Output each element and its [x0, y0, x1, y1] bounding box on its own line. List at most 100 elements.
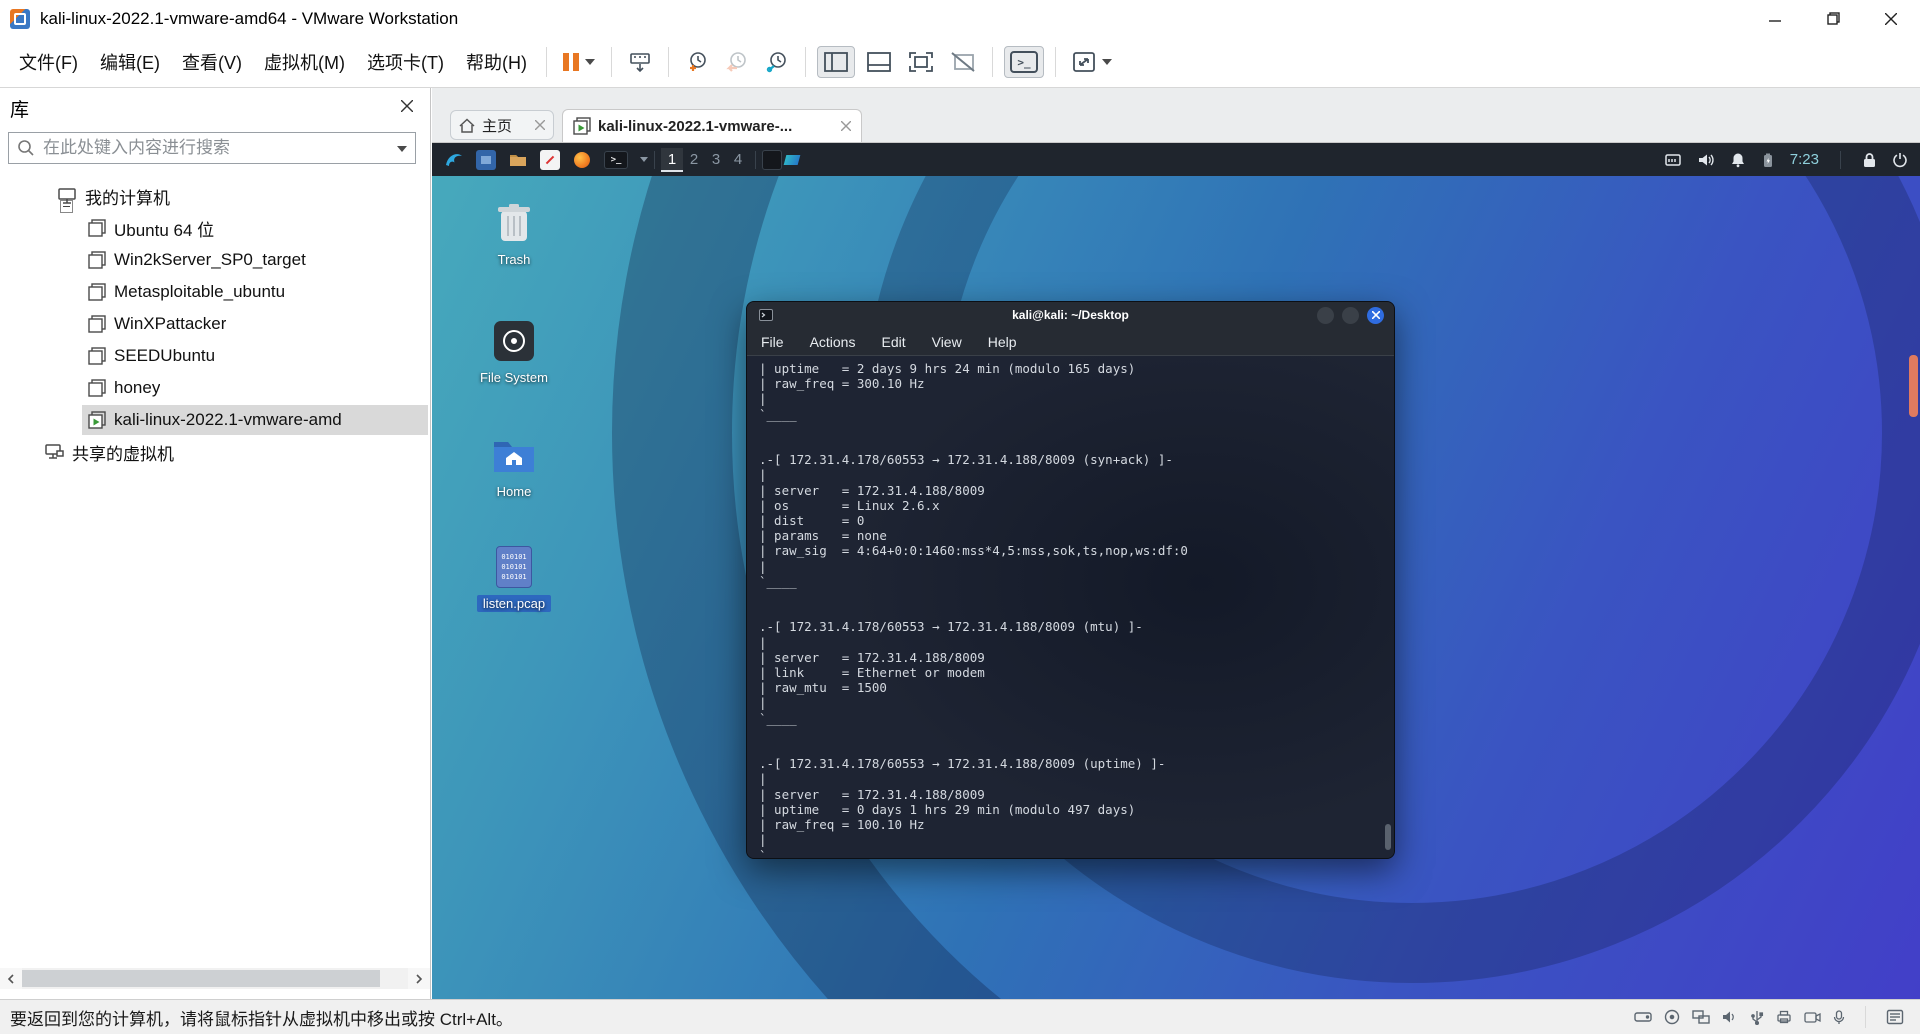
menu-file[interactable]: 文件(F) — [8, 43, 89, 81]
tab-home[interactable]: 主页 — [450, 110, 554, 140]
minimize-button[interactable] — [1746, 0, 1804, 37]
tree-item-vm-selected[interactable]: kali-linux-2022.1-vmware-amd — [0, 404, 430, 436]
unity-mode-icon — [951, 52, 975, 72]
workspace-3[interactable]: 3 — [705, 148, 727, 172]
tree-item-vm[interactable]: honey — [0, 372, 430, 404]
kali-menu-icon[interactable] — [444, 150, 464, 170]
workspace-1[interactable]: 1 — [661, 147, 683, 172]
send-ctrl-alt-del-button[interactable] — [623, 46, 657, 78]
panel-clock[interactable]: 7:23 — [1790, 151, 1819, 168]
tab-close-button[interactable] — [841, 121, 851, 131]
tab-close-button[interactable] — [535, 120, 545, 130]
menu-edit[interactable]: 编辑(E) — [89, 43, 171, 81]
manage-snapshots-button[interactable] — [760, 46, 794, 78]
desktop-icon-home[interactable]: Home — [468, 432, 560, 500]
volume-icon[interactable] — [1697, 152, 1715, 168]
suspend-vm-button[interactable] — [558, 49, 600, 75]
cd-dvd-icon[interactable] — [1664, 1009, 1680, 1025]
trash-icon — [491, 200, 537, 246]
tab-bar: 主页 kali-linux-2022.1-vmware-... — [432, 88, 1920, 143]
vm-library-tree: 我的计算机 Ubuntu 64 位 Win2kServer_SP0_target… — [0, 180, 430, 468]
sound-icon[interactable] — [1722, 1010, 1738, 1024]
home-folder-icon — [491, 432, 537, 478]
terminal-menu-view[interactable]: View — [932, 334, 962, 350]
search-options-caret[interactable] — [397, 146, 407, 152]
restore-button[interactable] — [1804, 0, 1862, 37]
menu-tabs[interactable]: 选项卡(T) — [356, 43, 455, 81]
minimize-icon — [1769, 19, 1781, 22]
scroll-right-arrow[interactable] — [408, 968, 430, 989]
sidebar-horizontal-scrollbar[interactable] — [0, 968, 430, 989]
close-button[interactable] — [1862, 0, 1920, 37]
chevron-right-icon — [416, 973, 423, 984]
library-close-button[interactable] — [398, 97, 416, 115]
folder-icon[interactable] — [508, 150, 528, 170]
chevron-down-icon[interactable] — [640, 157, 648, 162]
terminal-title-bar[interactable]: kali@kali: ~/Desktop — [747, 302, 1394, 328]
revert-snapshot-button[interactable] — [720, 46, 754, 78]
printer-icon[interactable] — [1776, 1010, 1792, 1024]
unity-mode-button[interactable] — [945, 47, 981, 77]
vm-vertical-scrollbar-thumb[interactable] — [1909, 355, 1918, 417]
console-icon: >_ — [1009, 51, 1038, 73]
toolbar-separator — [545, 47, 547, 77]
tree-item-vm[interactable]: Win2kServer_SP0_target — [0, 244, 430, 276]
snapshot-take-icon — [689, 52, 706, 71]
tree-item-vm[interactable]: SEEDUbuntu — [0, 340, 430, 372]
usb-icon[interactable] — [1750, 1010, 1764, 1025]
xterm-icon[interactable] — [762, 149, 782, 170]
toolbar-separator — [804, 47, 806, 77]
show-library-toggle[interactable] — [816, 46, 855, 78]
fullscreen-button[interactable] — [903, 47, 939, 77]
terminal-scrollbar-thumb[interactable] — [1385, 824, 1391, 850]
terminal-output-area[interactable]: | uptime = 2 days 9 hrs 24 min (modulo 1… — [747, 356, 1394, 858]
tab-kali-vm[interactable]: kali-linux-2022.1-vmware-... — [562, 109, 862, 142]
tree-item-shared-vms[interactable]: 共享的虚拟机 — [0, 436, 430, 468]
desktop-icon-trash[interactable]: Trash — [468, 200, 560, 268]
logout-icon[interactable] — [1892, 152, 1908, 168]
menu-view[interactable]: 查看(V) — [171, 43, 253, 81]
camera-icon[interactable] — [1804, 1011, 1821, 1024]
fit-guest-button[interactable] — [1067, 47, 1117, 77]
terminal-menu-actions[interactable]: Actions — [810, 334, 856, 350]
tree-item-vm[interactable]: WinXPattacker — [0, 308, 430, 340]
terminal-minimize-button[interactable] — [1317, 306, 1334, 324]
tree-item-vm[interactable]: Ubuntu 64 位 — [0, 212, 430, 244]
desktop-icon-listen-pcap[interactable]: 010101 010101 010101 listen.pcap — [468, 544, 560, 612]
hard-disk-icon[interactable] — [1634, 1010, 1652, 1024]
file-system-icon — [491, 318, 537, 364]
message-log-icon[interactable] — [1886, 1009, 1904, 1025]
take-snapshot-button[interactable] — [680, 46, 714, 78]
show-thumbnails-toggle[interactable] — [861, 47, 897, 77]
paint-icon[interactable] — [782, 150, 802, 170]
notification-bell-icon[interactable] — [1730, 152, 1746, 168]
tree-item-my-computer[interactable]: 我的计算机 — [0, 180, 430, 213]
search-input[interactable] — [43, 133, 383, 163]
text-editor-icon[interactable] — [540, 149, 560, 170]
menu-help[interactable]: 帮助(H) — [455, 43, 538, 81]
console-view-toggle[interactable]: >_ — [1003, 46, 1044, 78]
scrollbar-thumb[interactable] — [22, 970, 380, 987]
menu-vm[interactable]: 虚拟机(M) — [253, 43, 356, 81]
terminal-menu-edit[interactable]: Edit — [881, 334, 905, 350]
microphone-icon[interactable] — [1833, 1009, 1845, 1025]
firefox-icon[interactable] — [572, 150, 592, 170]
scroll-left-arrow[interactable] — [0, 968, 22, 989]
terminal-launcher-icon[interactable]: >_ — [604, 150, 628, 169]
workspace-4[interactable]: 4 — [727, 148, 749, 172]
close-icon — [841, 121, 851, 131]
terminal-menu-file[interactable]: File — [761, 334, 784, 350]
terminal-maximize-button[interactable] — [1342, 306, 1359, 324]
network-adapter-icon[interactable] — [1692, 1010, 1710, 1024]
workspace-2[interactable]: 2 — [683, 148, 705, 172]
desktop-icon-file-system[interactable]: File System — [468, 318, 560, 386]
terminal-close-button[interactable] — [1367, 306, 1384, 324]
library-title: 库 — [10, 100, 30, 121]
network-icon[interactable] — [1664, 153, 1682, 167]
tree-item-vm[interactable]: Metasploitable_ubuntu — [0, 276, 430, 308]
terminal-menu-help[interactable]: Help — [988, 334, 1017, 350]
ctrl-alt-del-icon — [630, 53, 650, 73]
battery-icon[interactable] — [1761, 152, 1775, 168]
lock-screen-icon[interactable] — [1862, 152, 1877, 168]
file-manager-icon[interactable] — [476, 149, 496, 170]
